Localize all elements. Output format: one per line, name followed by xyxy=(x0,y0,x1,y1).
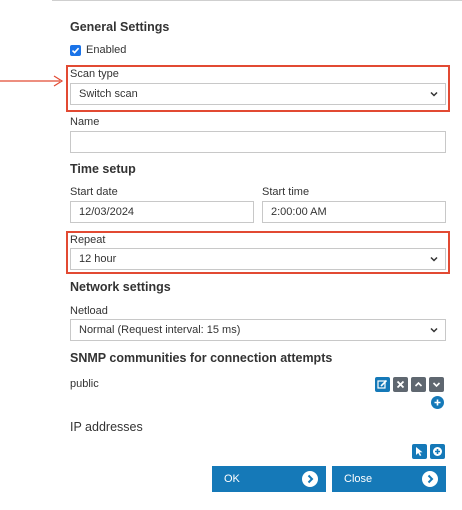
scan-type-value: Switch scan xyxy=(79,88,138,100)
edit-icon xyxy=(377,379,388,389)
name-label: Name xyxy=(70,116,100,128)
netload-label: Netload xyxy=(70,305,108,317)
annotation-arrow-icon xyxy=(0,75,64,87)
add-icon xyxy=(434,399,441,406)
network-settings-heading: Network settings xyxy=(70,280,171,294)
add-community-button[interactable] xyxy=(431,396,444,409)
add-ip-button[interactable] xyxy=(430,444,445,459)
cursor-icon xyxy=(416,447,423,456)
netload-value: Normal (Request interval: 15 ms) xyxy=(79,324,241,336)
start-date-label: Start date xyxy=(70,186,118,198)
delete-icon xyxy=(396,380,405,389)
start-date-input[interactable]: 12/03/2024 xyxy=(70,201,254,223)
move-up-icon xyxy=(414,381,423,387)
enabled-checkbox[interactable] xyxy=(70,45,81,56)
scan-type-select[interactable]: Switch scan xyxy=(70,83,446,105)
scan-type-label: Scan type xyxy=(70,68,119,80)
arrow-right-icon xyxy=(422,471,438,487)
start-time-input[interactable]: 2:00:00 AM xyxy=(262,201,446,223)
name-input[interactable] xyxy=(70,131,446,153)
top-divider xyxy=(52,0,462,1)
move-down-icon xyxy=(432,382,441,388)
delete-button[interactable] xyxy=(393,377,408,392)
start-time-value: 2:00:00 AM xyxy=(271,206,327,218)
start-time-label: Start time xyxy=(262,186,310,198)
add-icon xyxy=(433,447,442,456)
start-date-value: 12/03/2024 xyxy=(79,206,135,218)
chevron-down-icon xyxy=(430,256,438,262)
ok-button[interactable]: OK xyxy=(212,466,326,492)
edit-button[interactable] xyxy=(375,377,390,392)
enabled-label: Enabled xyxy=(86,44,127,56)
repeat-label: Repeat xyxy=(70,234,106,246)
netload-select[interactable]: Normal (Request interval: 15 ms) xyxy=(70,319,446,341)
community-item[interactable]: public xyxy=(70,378,99,390)
ip-addresses-heading: IP addresses xyxy=(70,420,143,434)
repeat-value: 12 hour xyxy=(79,253,117,265)
check-icon xyxy=(71,47,80,54)
repeat-select[interactable]: 12 hour xyxy=(70,248,446,270)
close-label: Close xyxy=(344,473,373,485)
arrow-right-icon xyxy=(302,471,318,487)
general-settings-heading: General Settings xyxy=(70,20,170,34)
ok-label: OK xyxy=(224,473,240,485)
select-ip-button[interactable] xyxy=(412,444,427,459)
close-button[interactable]: Close xyxy=(332,466,446,492)
chevron-down-icon xyxy=(430,327,438,333)
chevron-down-icon xyxy=(430,91,438,97)
move-up-button[interactable] xyxy=(411,377,426,392)
snmp-heading: SNMP communities for connection attempts xyxy=(70,351,333,365)
time-setup-heading: Time setup xyxy=(70,162,136,176)
move-down-button[interactable] xyxy=(429,377,444,392)
